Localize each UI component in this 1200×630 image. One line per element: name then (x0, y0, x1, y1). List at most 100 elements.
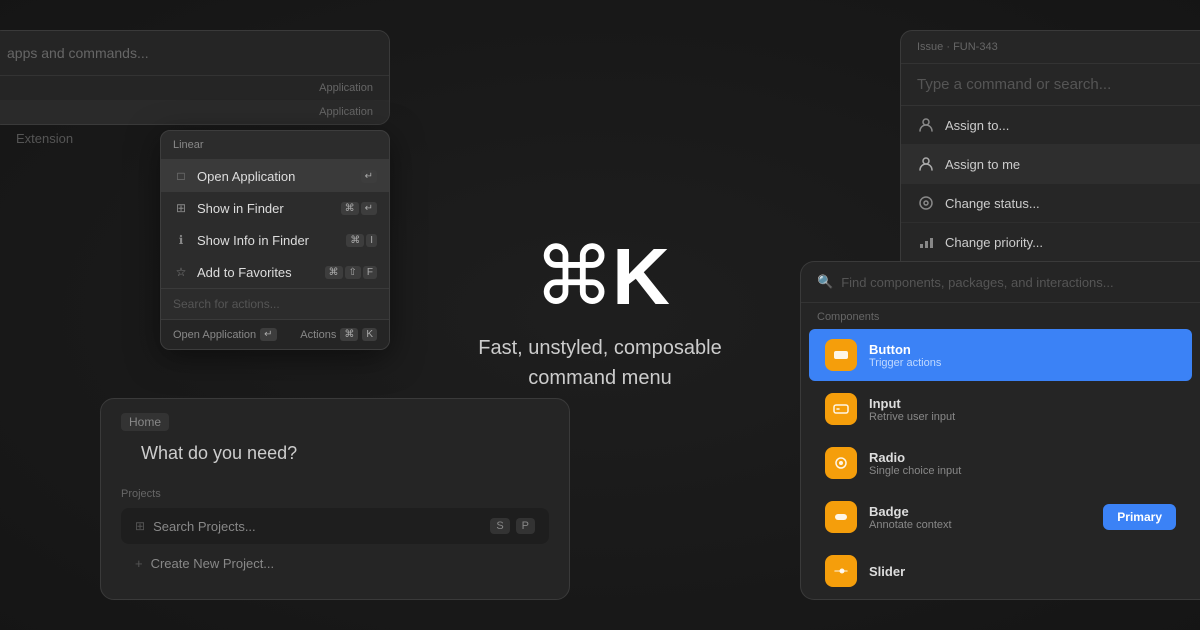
components-search-text: Find components, packages, and interacti… (841, 275, 1113, 290)
components-section-label: Components (801, 303, 1200, 327)
tagline: Fast, unstyled, composable command menu (478, 333, 721, 393)
shortcut-enter: ↵ (361, 170, 377, 183)
badge-name: Badge (869, 504, 1091, 519)
nav-item-extension: Extension (0, 123, 150, 154)
component-item-button[interactable]: Button Trigger actions (809, 329, 1192, 381)
radio-component-info: Radio Single choice input (869, 450, 1176, 477)
change-priority-label: Change priority... (945, 235, 1043, 250)
plus-icon: + (135, 556, 143, 571)
issue-item-change-status[interactable]: Change status... (901, 184, 1200, 223)
tagline-line2: command menu (478, 363, 721, 393)
shortcut-i: I (366, 234, 377, 247)
shortcut-enter-2: ↵ (361, 202, 377, 215)
show-finder-shortcut: ⌘ ↵ (341, 202, 377, 215)
show-finder-label: Show in Finder (197, 201, 333, 216)
submenu-item-show-finder[interactable]: ⊞ Show in Finder ⌘ ↵ (161, 192, 389, 224)
shortcut-f: F (363, 266, 377, 279)
submenu-item-add-favorites[interactable]: ☆ Add to Favorites ⌘ ⇧ F (161, 256, 389, 288)
projects-label: Projects (101, 480, 569, 504)
search-panel: apps and commands... Application Applica… (0, 30, 390, 125)
change-status-label: Change status... (945, 196, 1040, 211)
component-item-badge[interactable]: Badge Annotate context Primary (809, 491, 1192, 543)
create-label: Create New Project... (151, 556, 275, 571)
home-breadcrumb: Home (121, 413, 169, 431)
input-desc: Retrive user input (869, 411, 1176, 423)
open-app-label: Open Application (197, 169, 353, 184)
search-icon-components: 🔍 (817, 274, 833, 290)
shortcut-shift: ⇧ (345, 266, 361, 279)
issue-header: Issue · FUN-343 (901, 31, 1200, 64)
group-label-2: Application (0, 100, 389, 124)
create-project-row[interactable]: + Create New Project... (121, 548, 549, 579)
button-component-info: Button Trigger actions (869, 342, 1176, 369)
home-question: What do you need? (121, 439, 549, 472)
slider-component-info: Slider (869, 564, 1176, 579)
radio-desc: Single choice input (869, 465, 1176, 477)
button-desc: Trigger actions (869, 357, 1176, 369)
assign-to-icon (917, 116, 935, 134)
footer-shortcut-k: K (362, 328, 377, 341)
show-info-shortcut: ⌘ I (346, 234, 377, 247)
submenu-search[interactable]: Search for actions... (161, 288, 389, 319)
issue-item-assign-to[interactable]: Assign to... (901, 106, 1200, 145)
shortcut-cmd-2: ⌘ (346, 234, 364, 247)
components-search[interactable]: 🔍 Find components, packages, and interac… (801, 262, 1200, 303)
issue-item-assign-me[interactable]: Assign to me (901, 145, 1200, 184)
add-favorites-label: Add to Favorites (197, 265, 317, 280)
input-component-icon (825, 393, 857, 425)
open-app-icon: □ (173, 168, 189, 184)
button-component-icon (825, 339, 857, 371)
footer-actions[interactable]: Actions ⌘ K (300, 328, 377, 341)
components-panel: 🔍 Find components, packages, and interac… (800, 261, 1200, 600)
issue-search[interactable]: Type a command or search... (901, 64, 1200, 106)
group-label-1: Application (0, 76, 389, 100)
change-status-icon (917, 194, 935, 212)
footer-shortcut-cmd: ⌘ (340, 328, 358, 341)
input-name: Input (869, 396, 1176, 411)
footer-shortcut-enter: ↵ (260, 328, 276, 341)
show-info-label: Show Info in Finder (197, 233, 338, 248)
badge-component-icon (825, 501, 857, 533)
footer-open-app: Open Application ↵ (173, 328, 277, 341)
button-name: Button (869, 342, 1176, 357)
submenu-panel: Linear □ Open Application ↵ ⊞ Show in Fi… (160, 130, 390, 350)
assign-to-label: Assign to... (945, 118, 1009, 133)
slider-component-icon (825, 555, 857, 587)
component-item-slider[interactable]: Slider (809, 545, 1192, 597)
submenu-header: Linear (161, 131, 389, 160)
show-info-icon: ℹ (173, 232, 189, 248)
add-favorites-icon: ☆ (173, 264, 189, 280)
cmd-symbol: ⌘ (534, 237, 610, 317)
input-component-info: Input Retrive user input (869, 396, 1176, 423)
radio-component-icon (825, 447, 857, 479)
projects-search[interactable]: ⊞ Search Projects... S P (121, 508, 549, 544)
issue-item-change-priority[interactable]: Change priority... (901, 223, 1200, 262)
tagline-line1: Fast, unstyled, composable (478, 333, 721, 363)
primary-action-button[interactable]: Primary (1103, 504, 1176, 530)
submenu-footer: Open Application ↵ Actions ⌘ K (161, 319, 389, 349)
shortcut-cmd: ⌘ (341, 202, 359, 215)
open-app-shortcut: ↵ (361, 170, 377, 183)
badge-s: S (490, 518, 509, 534)
submenu-item-show-info[interactable]: ℹ Show Info in Finder ⌘ I (161, 224, 389, 256)
badge-component-info: Badge Annotate context (869, 504, 1091, 531)
badge-p: P (516, 518, 535, 534)
cmd-k-logo: ⌘ K (478, 237, 721, 317)
component-item-radio[interactable]: Radio Single choice input (809, 437, 1192, 489)
add-favorites-shortcut: ⌘ ⇧ F (325, 266, 378, 279)
component-item-input[interactable]: Input Retrive user input (809, 383, 1192, 435)
slider-name: Slider (869, 564, 1176, 579)
assign-me-label: Assign to me (945, 157, 1020, 172)
show-finder-icon: ⊞ (173, 200, 189, 216)
badge-desc: Annotate context (869, 519, 1091, 531)
submenu-item-open-app[interactable]: □ Open Application ↵ (161, 160, 389, 192)
main-search-input[interactable]: apps and commands... (0, 31, 389, 76)
center-logo-area: ⌘ K Fast, unstyled, composable command m… (478, 237, 721, 393)
k-letter: K (612, 237, 666, 317)
change-priority-icon (917, 233, 935, 251)
search-icon: ⊞ (135, 519, 145, 533)
shortcut-cmd-3: ⌘ (325, 266, 343, 279)
home-header: Home What do you need? (101, 399, 569, 480)
home-panel: Home What do you need? Projects ⊞ Search… (100, 398, 570, 600)
assign-me-icon (917, 155, 935, 173)
